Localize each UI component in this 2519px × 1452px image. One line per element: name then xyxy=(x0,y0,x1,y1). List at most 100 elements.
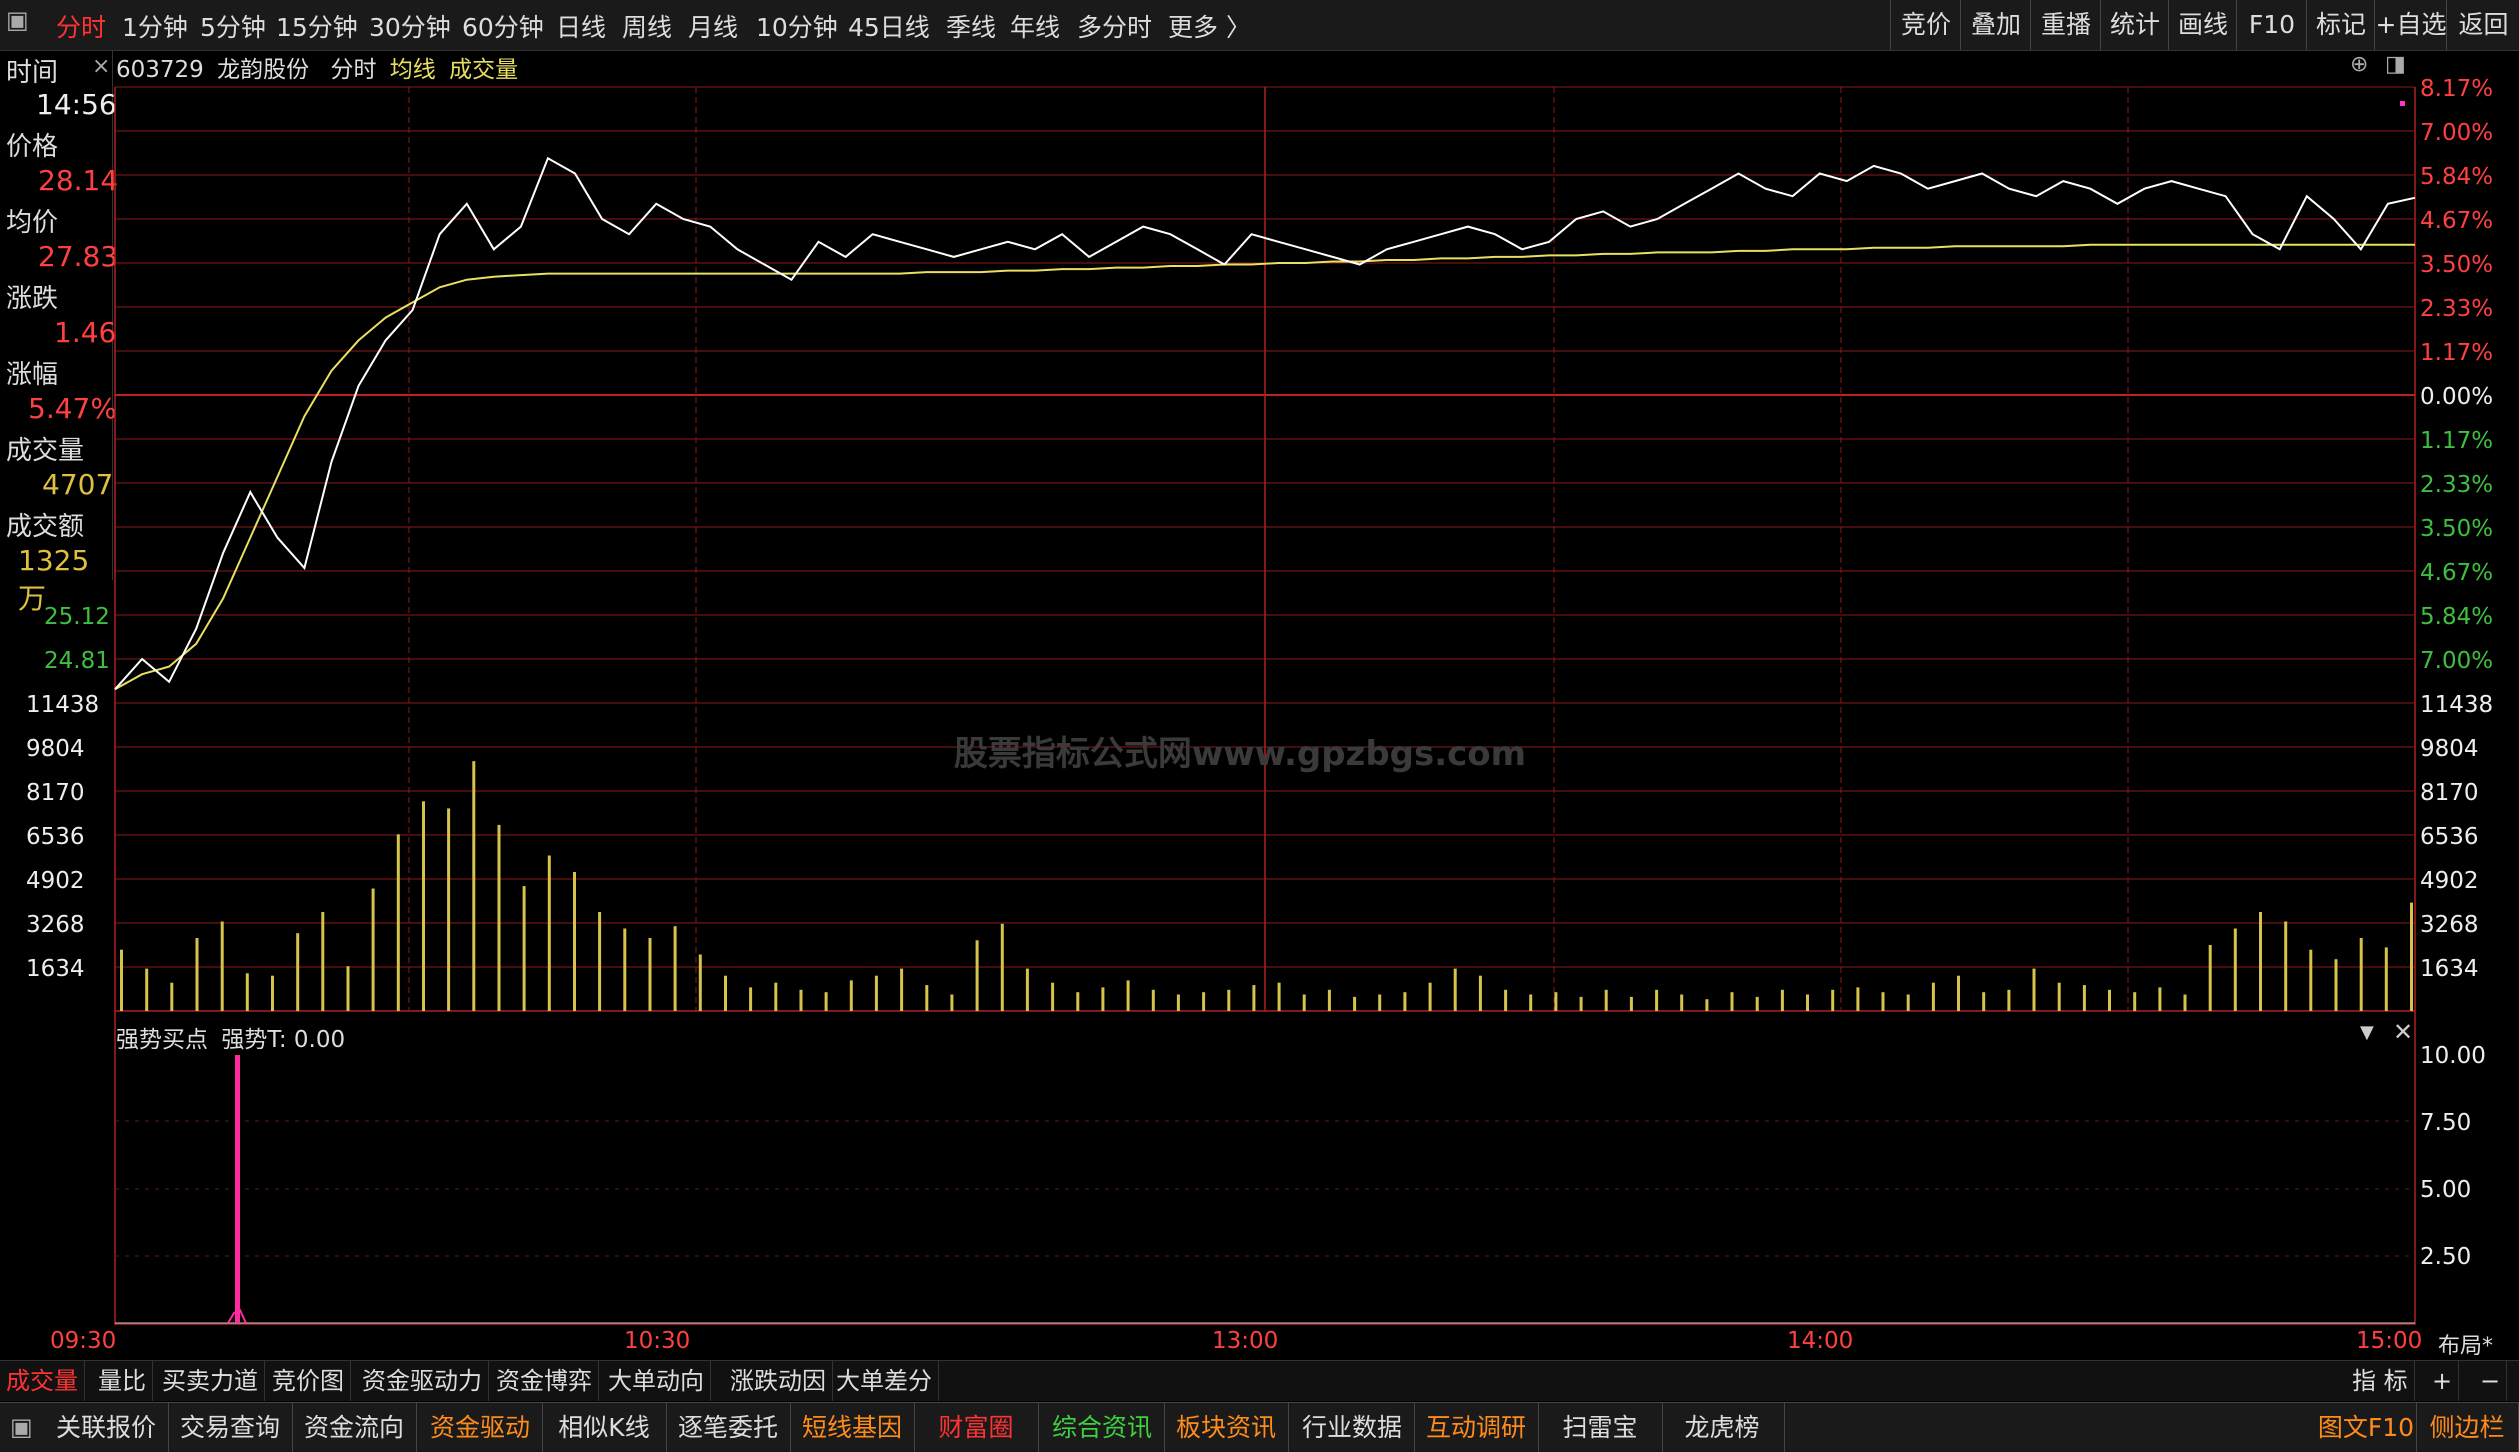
function-button-13[interactable]: 龙虎榜 xyxy=(1660,1403,1785,1452)
volume-bar xyxy=(1327,989,1331,1011)
indicator-tool-2[interactable]: − xyxy=(2474,1361,2508,1401)
volume-bar xyxy=(1856,987,1860,1011)
indicator-dropdown-icon[interactable]: ▼ xyxy=(2360,1022,2374,1043)
indicator-tab-8[interactable]: 大单差分 xyxy=(830,1361,939,1401)
time-tick: 14:00 xyxy=(1787,1328,1854,1354)
volume-bar xyxy=(1931,982,1935,1011)
volume-bar xyxy=(2334,959,2338,1011)
volume-bar xyxy=(1579,996,1583,1011)
function-button-10[interactable]: 行业数据 xyxy=(1290,1403,1415,1452)
indicator-tab-3[interactable]: 竞价图 xyxy=(266,1361,351,1401)
axis-label: 4.67% xyxy=(2420,208,2494,234)
volume-bar xyxy=(2284,921,2288,1011)
function-button-9[interactable]: 板块资讯 xyxy=(1164,1403,1289,1452)
marker-dot xyxy=(2400,101,2405,106)
axis-label: 4902 xyxy=(2420,868,2479,894)
volume-bar xyxy=(975,940,979,1011)
volume-bar xyxy=(522,886,526,1011)
axis-label: 6536 xyxy=(2420,824,2479,850)
volume-bar xyxy=(1353,996,1357,1011)
volume-bar xyxy=(698,954,702,1011)
volume-bar xyxy=(1453,968,1457,1011)
axis-label: 25.12 xyxy=(44,604,110,630)
chart-grid xyxy=(114,86,2416,1325)
indicator-tool-1[interactable]: + xyxy=(2426,1361,2460,1401)
indicator-tab-6[interactable]: 大单动向 xyxy=(602,1361,711,1401)
volume-bar xyxy=(1629,996,1633,1011)
axis-label: 24.81 xyxy=(44,648,110,674)
volume-bar xyxy=(1780,989,1784,1011)
volume-bar xyxy=(1504,989,1508,1011)
volume-bar xyxy=(774,982,778,1011)
function-button-11[interactable]: 互动调研 xyxy=(1414,1403,1539,1452)
function-right-0[interactable]: 图文F10 xyxy=(2316,1403,2417,1452)
function-button-12[interactable]: 扫雷宝 xyxy=(1538,1403,1663,1452)
axis-label: 3268 xyxy=(26,912,85,938)
function-button-0[interactable]: 关联报价 xyxy=(44,1403,169,1452)
indicator-tab-7[interactable]: 涨跌动因 xyxy=(724,1361,833,1401)
axis-label: 8.17% xyxy=(2420,76,2494,102)
volume-bar xyxy=(1302,994,1306,1011)
time-tick: 10:30 xyxy=(624,1328,691,1354)
volume-bar xyxy=(2183,994,2187,1011)
axis-label: 7.00% xyxy=(2420,120,2494,146)
volume-bar xyxy=(1428,982,1432,1011)
indicator-tab-1[interactable]: 量比 xyxy=(92,1361,153,1401)
function-button-2[interactable]: 资金流向 xyxy=(292,1403,417,1452)
volume-bar xyxy=(623,928,627,1011)
axis-label: 1634 xyxy=(2420,956,2479,982)
signal-bar xyxy=(235,1055,240,1323)
indicator-tab-2[interactable]: 买卖力道 xyxy=(156,1361,265,1401)
volume-bar xyxy=(2410,902,2413,1011)
indicator-tab-4[interactable]: 资金驱动力 xyxy=(356,1361,489,1401)
volume-bar xyxy=(1554,992,1558,1011)
indicator-tabs: 成交量 量比 买卖力道 竞价图 资金驱动力 资金博弈 大单动向 涨跌动因 大单差分 指 标 + − xyxy=(0,1360,2519,1401)
volume-bar xyxy=(1378,994,1382,1011)
indicator-tool-0[interactable]: 指 标 xyxy=(2346,1361,2415,1401)
indicator-tab-5[interactable]: 资金博弈 xyxy=(490,1361,599,1401)
axis-label: 4902 xyxy=(26,868,85,894)
axis-label: 10.00 xyxy=(2420,1043,2486,1069)
volume-bar xyxy=(2233,928,2237,1011)
indicator-tab-0[interactable]: 成交量 xyxy=(0,1361,85,1401)
volume-bar xyxy=(1176,994,1180,1011)
function-button-7[interactable]: 财富圈 xyxy=(914,1403,1039,1452)
axis-label: 5.00 xyxy=(2420,1177,2472,1203)
volume-bar xyxy=(1403,992,1407,1011)
function-button-8[interactable]: 综合资讯 xyxy=(1040,1403,1165,1452)
function-button-5[interactable]: 逐笔委托 xyxy=(666,1403,791,1452)
indicator-title[interactable]: 强势买点 xyxy=(116,1027,208,1053)
axis-label: 0.00% xyxy=(2420,384,2494,410)
function-button-3[interactable]: 资金驱动 xyxy=(418,1403,543,1452)
volume-bar xyxy=(1705,999,1709,1011)
layout-button[interactable]: 布局* xyxy=(2438,1328,2493,1360)
volume-bar xyxy=(120,949,123,1011)
volume-bar xyxy=(422,801,425,1011)
function-button-4[interactable]: 相似K线 xyxy=(542,1403,667,1452)
indicator-close-icon[interactable]: ✕ xyxy=(2393,1018,2413,1046)
volume-bar xyxy=(1151,989,1155,1011)
indicator-value: 强势T: 0.00 xyxy=(221,1027,346,1053)
volume-bar xyxy=(1655,989,1659,1011)
volume-bar xyxy=(2384,947,2388,1011)
volume-bar xyxy=(1604,989,1608,1011)
menu-icon[interactable]: ▣ xyxy=(10,1413,33,1441)
volume-bar xyxy=(1101,987,1105,1011)
axis-label: 9804 xyxy=(26,736,85,762)
function-button-1[interactable]: 交易查询 xyxy=(168,1403,293,1452)
volume-bar xyxy=(447,808,451,1011)
axis-label: 5.84% xyxy=(2420,604,2494,630)
axis-label: 1634 xyxy=(26,956,85,982)
axis-label: 11438 xyxy=(2420,692,2494,718)
function-right-1[interactable]: 侧边栏 xyxy=(2416,1403,2519,1452)
volume-bar xyxy=(1277,982,1281,1011)
volume-bar xyxy=(1076,992,1080,1011)
function-button-6[interactable]: 短线基因 xyxy=(790,1403,915,1452)
time-tick: 13:00 xyxy=(1212,1328,1279,1354)
signal-bars xyxy=(227,1055,247,1324)
volume-bar xyxy=(1051,982,1055,1011)
volume-bar xyxy=(648,938,652,1011)
volume-bar xyxy=(2208,945,2212,1011)
volume-bar xyxy=(1252,985,1256,1011)
volume-bar xyxy=(2133,992,2137,1011)
